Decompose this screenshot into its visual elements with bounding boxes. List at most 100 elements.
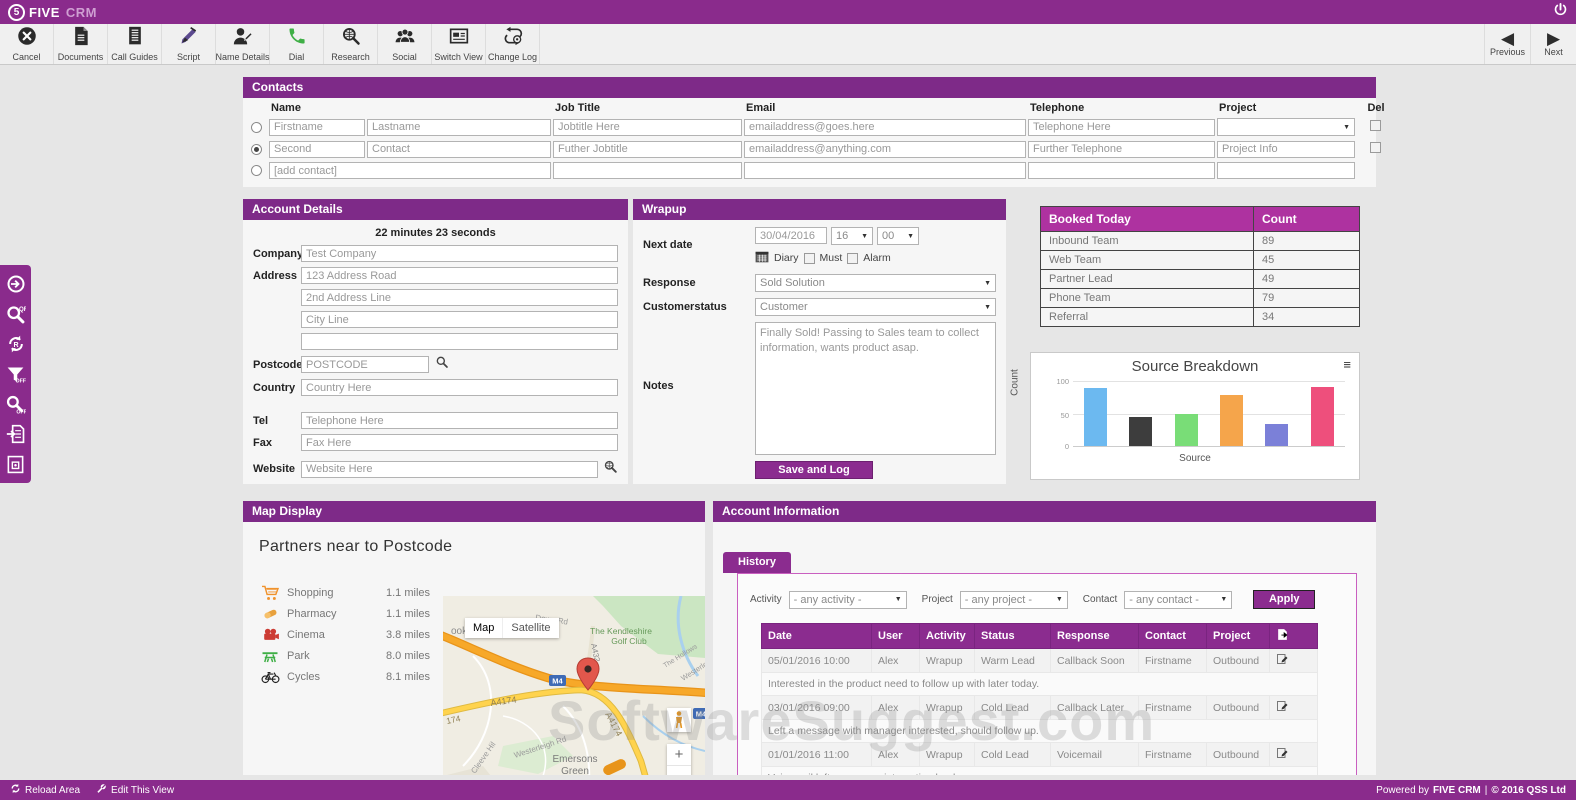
script-icon	[179, 26, 199, 51]
postcode-lookup-icon[interactable]	[435, 355, 449, 374]
jump-icon[interactable]	[0, 269, 31, 299]
must-checkbox[interactable]	[804, 253, 815, 264]
svg-text:Emersons: Emersons	[552, 754, 597, 765]
map-button[interactable]: Map	[465, 618, 502, 638]
address1-input[interactable]	[301, 267, 618, 284]
next-button[interactable]: ▶ Next	[1530, 24, 1576, 64]
telephone-input[interactable]	[1028, 119, 1215, 136]
dial-button[interactable]: Dial	[270, 24, 324, 64]
alarm-checkbox[interactable]	[847, 253, 858, 264]
svg-text:Golf Club: Golf Club	[611, 636, 647, 646]
svg-text:OFF: OFF	[16, 378, 26, 384]
research-button[interactable]: Research	[324, 24, 378, 64]
documents-button[interactable]: Documents	[54, 24, 108, 64]
pegman-icon[interactable]	[667, 708, 691, 732]
jobtitle-input[interactable]	[553, 162, 742, 179]
project-input[interactable]	[1217, 162, 1355, 179]
notes-textarea[interactable]: Finally Sold! Passing to Sales team to c…	[755, 322, 996, 455]
customer-status-select[interactable]: Customer▼	[755, 298, 996, 316]
quick-find-icon[interactable]: QF	[0, 299, 31, 329]
import-page-icon[interactable]	[0, 419, 31, 449]
reload-area-button[interactable]: Reload Area	[10, 783, 80, 797]
country-input[interactable]	[301, 379, 618, 396]
col-name: Name	[269, 102, 551, 114]
lastname-input[interactable]	[367, 119, 551, 136]
website-input[interactable]	[301, 461, 598, 478]
telephone-input[interactable]	[1028, 141, 1215, 158]
change-log-button[interactable]: Change Log	[486, 24, 540, 64]
next-date-input[interactable]	[755, 227, 827, 244]
page-options-icon[interactable]	[0, 449, 31, 479]
contact-filter-select[interactable]: - any contact -▼	[1124, 591, 1232, 609]
zoom-out-button[interactable]: −	[667, 766, 691, 775]
search-off-icon[interactable]: OFF	[0, 389, 31, 419]
postcode-input[interactable]	[301, 356, 429, 373]
zoom-in-button[interactable]: +	[667, 744, 691, 766]
edit-note-icon[interactable]	[1270, 696, 1318, 720]
firstname-input[interactable]	[269, 119, 365, 136]
map[interactable]: ook Down Rd A432 The Kendleshire Golf Cl…	[443, 596, 705, 775]
call-guides-button[interactable]: Call Guides	[108, 24, 162, 64]
lastname-input[interactable]	[367, 141, 551, 158]
filter-off-icon[interactable]: OFF	[0, 359, 31, 389]
edit-note-icon[interactable]	[1270, 649, 1318, 673]
document-icon	[72, 26, 90, 51]
svg-text:QF: QF	[19, 306, 26, 313]
tab-history[interactable]: History	[723, 552, 791, 573]
notes-label: Notes	[643, 322, 755, 455]
website-lookup-icon[interactable]	[603, 459, 618, 479]
email-input[interactable]	[744, 141, 1026, 158]
social-button[interactable]: Social	[378, 24, 432, 64]
address3-input[interactable]	[301, 311, 618, 328]
del-checkbox[interactable]	[1370, 142, 1381, 153]
power-icon[interactable]	[1553, 2, 1568, 22]
hour-select[interactable]: 16▼	[831, 227, 873, 245]
chevron-down-icon: ▼	[984, 304, 991, 311]
firstname-input[interactable]	[269, 141, 365, 158]
address2-input[interactable]	[301, 289, 618, 306]
website-label: Website	[253, 463, 301, 475]
chart-menu-icon[interactable]: ≡	[1343, 359, 1351, 370]
company-input[interactable]	[301, 245, 618, 262]
save-and-log-button[interactable]: Save and Log	[755, 461, 873, 479]
edit-note-icon[interactable]	[1270, 743, 1318, 767]
contact-radio[interactable]	[251, 144, 262, 155]
switch-view-icon	[449, 26, 469, 51]
jobtitle-input[interactable]	[553, 141, 742, 158]
switch-view-button[interactable]: Switch View	[432, 24, 486, 64]
count-header: Count	[1254, 207, 1360, 232]
table-row: 01/01/2016 11:00AlexWrapupCold LeadVoice…	[762, 743, 1318, 767]
address4-input[interactable]	[301, 333, 618, 350]
apply-button[interactable]: Apply	[1253, 590, 1315, 609]
contacts-panel-title: Contacts	[243, 77, 1376, 98]
edit-this-view-button[interactable]: Edit This View	[96, 783, 174, 797]
jobtitle-input[interactable]	[553, 119, 742, 136]
email-input[interactable]	[744, 119, 1026, 136]
add-contact-input[interactable]	[269, 162, 551, 179]
diary-calendar-icon[interactable]	[755, 250, 769, 266]
project-select[interactable]: ▼	[1217, 118, 1355, 136]
project-input[interactable]	[1217, 141, 1355, 158]
cancel-button[interactable]: Cancel	[0, 24, 54, 64]
fax-input[interactable]	[301, 434, 618, 451]
previous-button[interactable]: ◀ Previous	[1484, 24, 1530, 64]
script-button[interactable]: Script	[162, 24, 216, 64]
contact-radio[interactable]	[251, 165, 262, 176]
tel-input[interactable]	[301, 412, 618, 429]
minute-select[interactable]: 00▼	[877, 227, 919, 245]
app-window: 5 FIVE CRM Cancel Documents Call Guides	[0, 0, 1576, 800]
response-select[interactable]: Sold Solution▼	[755, 274, 996, 292]
email-input[interactable]	[744, 162, 1026, 179]
project-filter-select[interactable]: - any project -▼	[960, 591, 1068, 609]
contact-radio[interactable]	[251, 122, 262, 133]
add-note-icon[interactable]	[1270, 624, 1318, 649]
fax-label: Fax	[253, 437, 301, 449]
satellite-button[interactable]: Satellite	[502, 618, 558, 638]
refresh-record-icon[interactable]: R	[0, 329, 31, 359]
chevron-down-icon: ▼	[1343, 124, 1350, 131]
phone-icon	[287, 26, 307, 51]
del-checkbox[interactable]	[1370, 120, 1381, 131]
activity-filter-select[interactable]: - any activity -▼	[789, 591, 907, 609]
telephone-input[interactable]	[1028, 162, 1215, 179]
name-details-button[interactable]: Name Details	[216, 24, 270, 64]
